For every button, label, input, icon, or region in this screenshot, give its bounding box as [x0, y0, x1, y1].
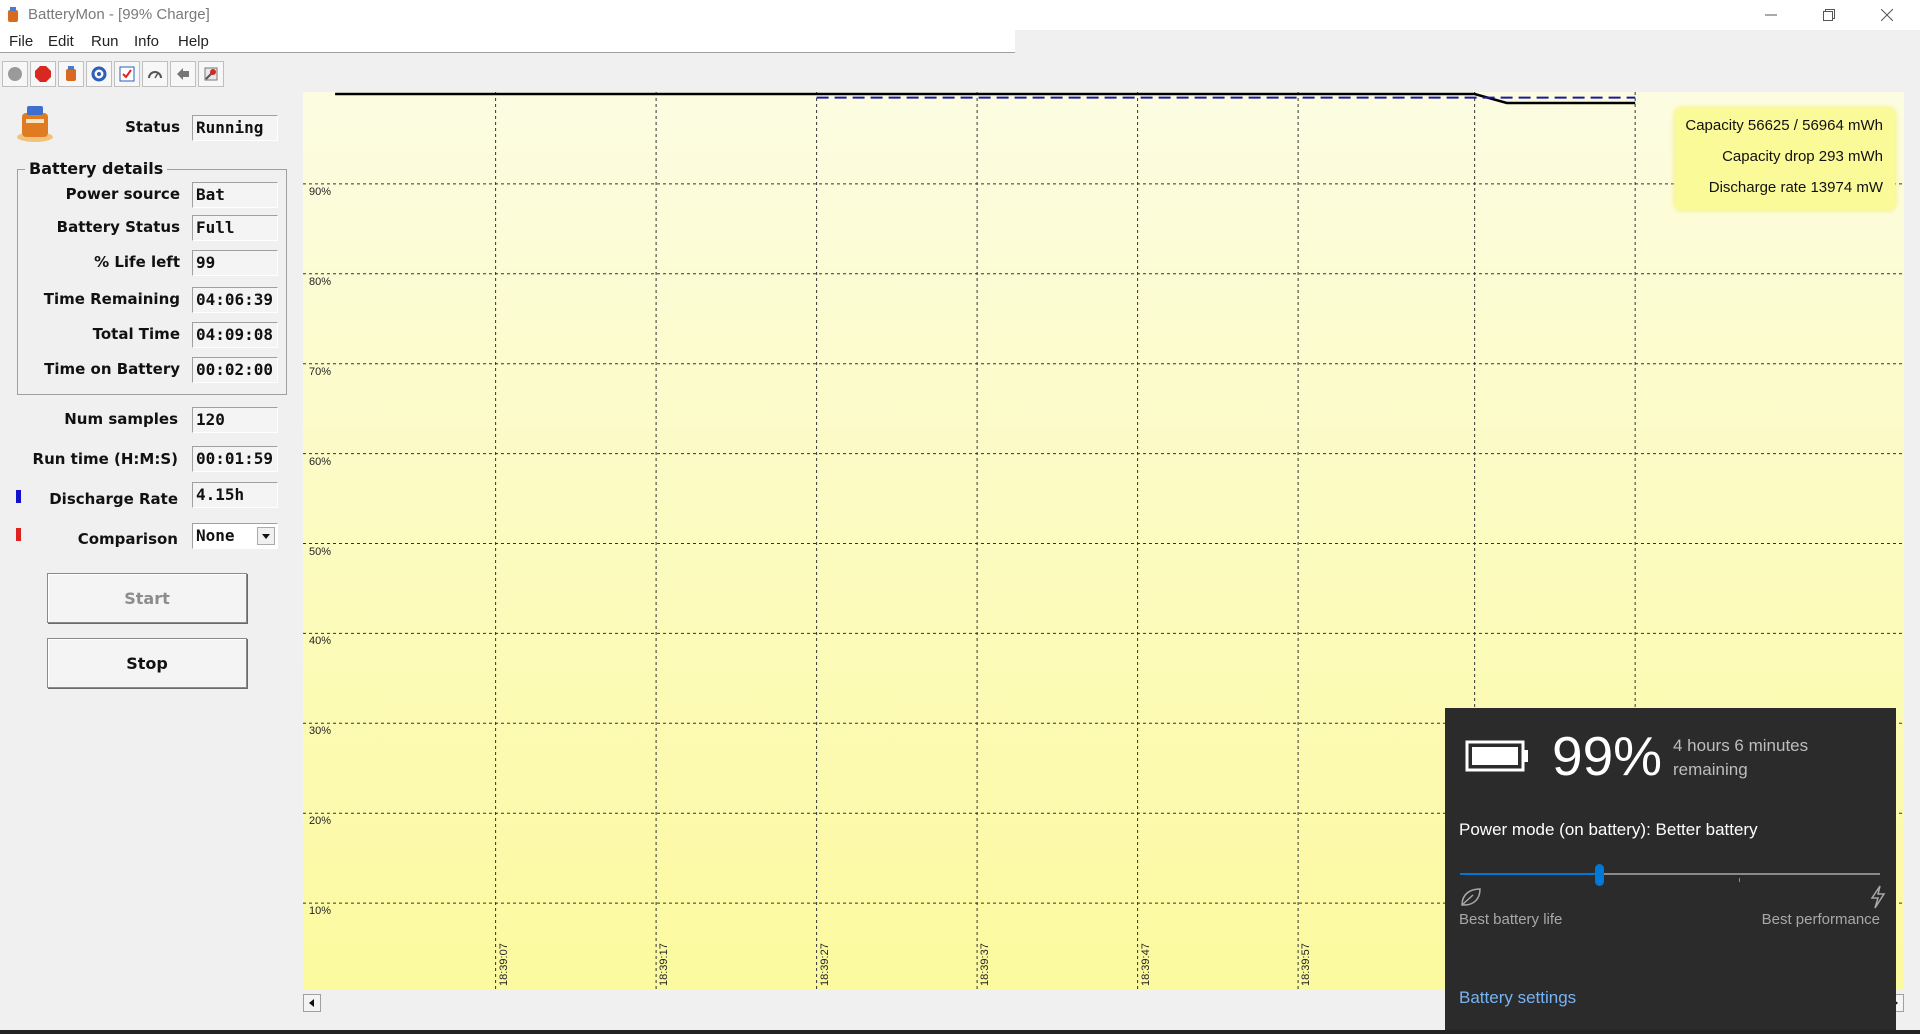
- y-tick-label: 60%: [309, 455, 332, 468]
- stop-sign-icon: [35, 66, 51, 82]
- discharge-rate-field: 4.15h: [192, 482, 278, 508]
- battery-toolbar-button[interactable]: [58, 61, 84, 87]
- record-button[interactable]: [2, 61, 28, 87]
- discharge-rate-label: Discharge Rate: [49, 490, 178, 508]
- run-time-field: 00:01:59: [192, 446, 278, 472]
- comparison-dropdown-button[interactable]: [257, 527, 275, 545]
- x-tick-label: 18:39:27: [818, 943, 831, 986]
- y-tick-label: 30%: [309, 725, 332, 738]
- comparison-select[interactable]: None: [192, 523, 278, 549]
- x-tick-label: 18:39:57: [1300, 943, 1313, 986]
- time-remaining-label: Time Remaining: [43, 290, 180, 308]
- best-performance-label: Best performance: [1761, 911, 1880, 928]
- checklist-toolbar-button[interactable]: [114, 61, 140, 87]
- battery-settings-link[interactable]: Battery settings: [1459, 988, 1576, 1008]
- scroll-left-button[interactable]: [303, 994, 321, 1012]
- battery-icon: [66, 66, 76, 81]
- x-tick-label: 18:39:47: [1139, 943, 1152, 986]
- y-tick-label: 40%: [309, 635, 332, 648]
- back-toolbar-button[interactable]: [170, 61, 196, 87]
- power-source-field: Bat: [192, 182, 278, 208]
- comparison-color-marker: [16, 528, 21, 541]
- slider-thumb[interactable]: [1594, 864, 1604, 886]
- tools-icon: [204, 67, 218, 81]
- x-tick-label: 18:39:37: [979, 943, 992, 986]
- power-mode-slider[interactable]: [1460, 864, 1880, 894]
- slider-tick: [1739, 878, 1740, 882]
- close-icon: [1881, 9, 1893, 21]
- tools-toolbar-button[interactable]: [198, 61, 224, 87]
- menu-info[interactable]: Info: [134, 33, 159, 50]
- arrow-icon: [177, 68, 189, 80]
- life-left-field: 99: [192, 250, 278, 276]
- batterymon-app-icon: [8, 7, 18, 22]
- comparison-label: Comparison: [77, 530, 178, 548]
- taskbar-edge: [0, 1030, 1920, 1034]
- run-time-label: Run time (H:M:S): [32, 450, 178, 468]
- y-tick-label: 90%: [309, 185, 332, 198]
- x-tick-label: 18:39:17: [658, 943, 671, 986]
- num-samples-label: Num samples: [64, 410, 178, 428]
- time-on-battery-label: Time on Battery: [44, 360, 180, 378]
- restore-icon: [1823, 9, 1835, 21]
- gauge-icon: [148, 71, 162, 79]
- menu-bar: File Edit Run Info Help: [0, 30, 1015, 53]
- slider-fill: [1460, 873, 1599, 875]
- x-tick-label: 18:39:07: [497, 943, 510, 986]
- menu-edit[interactable]: Edit: [48, 33, 74, 50]
- minimize-icon: [1765, 14, 1777, 16]
- lightning-icon: [1870, 885, 1886, 909]
- time-remaining-field: 04:06:39: [192, 287, 278, 313]
- discharge-rate-color-marker: [16, 490, 21, 503]
- legend-discharge-rate: Discharge rate 13974 mW: [1708, 179, 1883, 196]
- battery-percent: 99%: [1552, 725, 1663, 787]
- battery-time-remaining: 4 hours 6 minutes remaining: [1673, 736, 1809, 779]
- power-source-label: Power source: [65, 185, 180, 203]
- legend-capacity: Capacity 56625 / 56964 mWh: [1685, 117, 1883, 134]
- chart-legend: Capacity 56625 / 56964 mWh Capacity drop…: [1675, 108, 1895, 210]
- menu-file[interactable]: File: [9, 33, 33, 50]
- life-left-label: % Life left: [94, 253, 180, 271]
- battery-full-icon: [1465, 740, 1528, 772]
- num-samples-field: 120: [192, 407, 278, 433]
- status-label: Status: [125, 118, 180, 136]
- record-icon: [8, 67, 22, 81]
- restore-button[interactable]: [1800, 0, 1858, 30]
- battery-details-title: Battery details: [25, 159, 168, 178]
- legend-capacity-drop: Capacity drop 293 mWh: [1722, 148, 1883, 165]
- chevron-down-icon: [262, 534, 270, 539]
- y-tick-label: 70%: [309, 365, 332, 378]
- y-tick-label: 80%: [309, 275, 332, 288]
- gauge-toolbar-button[interactable]: [142, 61, 168, 87]
- minimize-button[interactable]: [1742, 0, 1800, 30]
- start-button[interactable]: Start: [47, 573, 247, 623]
- toolbar: [0, 58, 240, 88]
- leaf-icon: [1461, 888, 1481, 906]
- y-tick-label: 10%: [309, 905, 332, 918]
- battery-logo-icon: [17, 106, 53, 142]
- menu-run[interactable]: Run: [91, 33, 119, 50]
- gear-icon: [91, 66, 107, 82]
- status-field: Running: [192, 115, 278, 141]
- arrow-left-icon: [309, 999, 314, 1007]
- checklist-icon: [119, 66, 135, 82]
- stop-toolbar-button[interactable]: [30, 61, 56, 87]
- total-time-label: Total Time: [92, 325, 180, 343]
- stop-button[interactable]: Stop: [47, 638, 247, 688]
- window-title: BatteryMon - [99% Charge]: [28, 6, 210, 23]
- total-time-field: 04:09:08: [192, 322, 278, 348]
- y-tick-label: 20%: [309, 815, 332, 828]
- power-mode-label: Power mode (on battery): Better battery: [1459, 820, 1758, 839]
- menu-help[interactable]: Help: [178, 33, 209, 50]
- comparison-select-value: None: [196, 526, 235, 545]
- battery-flyout: 99% 4 hours 6 minutes remaining Power mo…: [1445, 708, 1896, 1034]
- settings-toolbar-button[interactable]: [86, 61, 112, 87]
- time-on-battery-field: 00:02:00: [192, 357, 278, 383]
- y-tick-label: 50%: [309, 545, 332, 558]
- close-button[interactable]: [1858, 0, 1916, 30]
- battery-status-label: Battery Status: [56, 218, 180, 236]
- title-bar: BatteryMon - [99% Charge]: [0, 0, 1920, 30]
- battery-status-field: Full: [192, 215, 278, 241]
- best-battery-life-label: Best battery life: [1459, 911, 1563, 928]
